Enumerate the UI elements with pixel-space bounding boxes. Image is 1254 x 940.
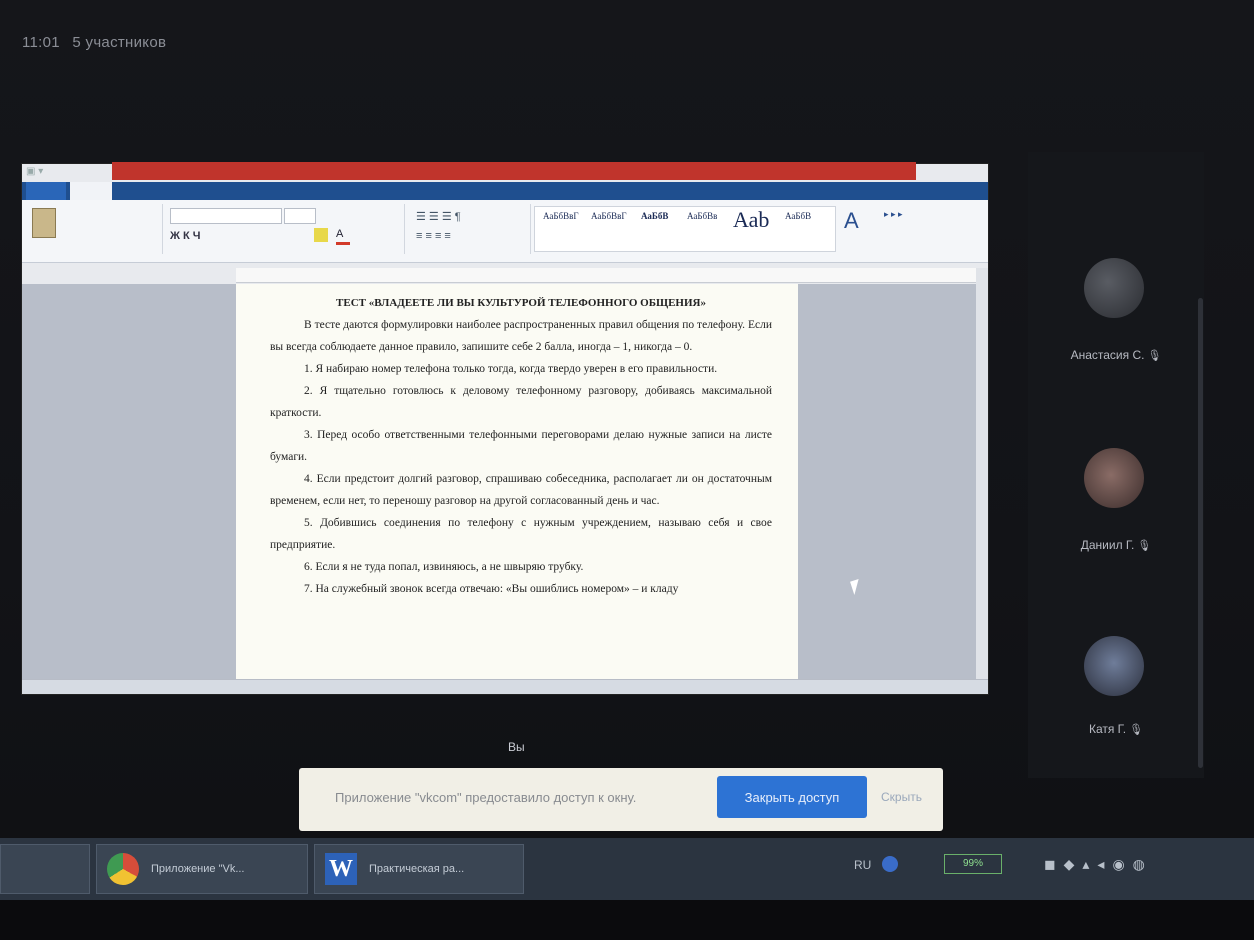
change-styles-icon[interactable]: A	[844, 208, 859, 234]
paragraph-group[interactable]: ☰ ☰ ☰ ¶ ≡ ≡ ≡ ≡	[406, 204, 531, 254]
document-paragraph: 4. Если предстоит долгий разговор, спраш…	[270, 473, 772, 507]
screen: 11:01 5 участников ▣ ▾ Ж К Ч А ☰ ☰ ☰ ¶ ≡…	[0, 0, 1254, 940]
window-title-bar	[112, 162, 916, 180]
taskbar-item-word[interactable]: W Практическая ра...	[314, 844, 524, 894]
participant-tile[interactable]: Даниил Г. 🎙︎	[1028, 442, 1204, 612]
document-paragraph: В тесте даются формулировки наиболее рас…	[270, 319, 772, 353]
participant-name: Катя Г. 🎙︎	[1088, 722, 1144, 736]
participant-name: Анастасия С. 🎙︎	[1070, 348, 1162, 362]
word-icon: W	[325, 853, 357, 885]
participant-name: Даниил Г. 🎙︎	[1080, 538, 1152, 552]
align-icons[interactable]: ≡ ≡ ≡ ≡	[416, 230, 451, 242]
taskbar-item-browser[interactable]: Приложение "Vk...	[96, 844, 308, 894]
taskbar-item-label: Практическая ра...	[369, 863, 465, 875]
document-paragraph: 1. Я набираю номер телефона только тогда…	[304, 363, 718, 375]
hide-banner-link[interactable]: Скрыть	[881, 790, 922, 804]
ribbon-tabs	[22, 182, 988, 200]
style-heading1[interactable]: АаБбВ	[641, 211, 668, 221]
font-name-field[interactable]	[170, 208, 282, 224]
avatar	[1084, 636, 1144, 696]
avatar	[1084, 258, 1144, 318]
tab-file[interactable]	[26, 182, 66, 200]
document-scrollbar[interactable]	[976, 268, 988, 680]
document-paragraph: 6. Если я не туда попал, извиняюсь, а не…	[304, 561, 584, 573]
document-heading: ТЕСТ «ВЛАДЕЕТЕ ЛИ ВЫ КУЛЬТУРОЙ ТЕЛЕФОННО…	[336, 297, 706, 309]
mic-muted-icon: 🎙︎	[1137, 540, 1152, 552]
style-no-spacing[interactable]: АаБбВвГ	[591, 211, 627, 221]
participants-scrollbar[interactable]	[1198, 298, 1203, 768]
participant-tile[interactable]: Анастасия С. 🎙︎	[1028, 252, 1204, 422]
chrome-icon	[107, 853, 139, 885]
help-icon[interactable]	[882, 856, 898, 872]
document-paragraph: 2. Я тщательно готовлюсь к деловому теле…	[270, 385, 772, 419]
word-status-bar	[22, 679, 988, 694]
screen-share-banner: Приложение "vkcom" предоставило доступ к…	[299, 768, 943, 831]
ribbon: Ж К Ч А ☰ ☰ ☰ ¶ ≡ ≡ ≡ ≡ АаБбВвГ АаБбВвГ …	[22, 200, 988, 263]
self-label: Вы	[508, 740, 525, 754]
taskbar: Приложение "Vk... W Практическая ра... R…	[0, 838, 1254, 900]
font-color-icon[interactable]: А	[336, 228, 350, 245]
ruler	[236, 268, 986, 283]
avatar	[1084, 448, 1144, 508]
language-indicator[interactable]: RU	[854, 858, 871, 872]
mic-muted-icon: 🎙︎	[1147, 350, 1162, 362]
participant-count: 5 участников	[72, 34, 167, 51]
taskbar-item[interactable]	[0, 844, 90, 894]
bold-italic-underline[interactable]: Ж К Ч	[170, 230, 201, 242]
taskbar-item-label: Приложение "Vk...	[151, 863, 245, 875]
style-subtitle[interactable]: АаБбВ	[785, 211, 811, 221]
list-icons[interactable]: ☰ ☰ ☰ ¶	[416, 210, 461, 223]
mouse-cursor-icon	[850, 578, 863, 596]
document-page[interactable]: ТЕСТ «ВЛАДЕЕТЕ ЛИ ВЫ КУЛЬТУРОЙ ТЕЛЕФОННО…	[236, 284, 798, 680]
tab-home[interactable]	[70, 182, 112, 200]
clipboard-group[interactable]	[22, 204, 163, 254]
style-heading2[interactable]: АаБбВв	[687, 211, 717, 221]
find-replace-icons[interactable]: ▸ ▸ ▸	[884, 208, 974, 220]
font-size-field[interactable]	[284, 208, 316, 224]
share-message: Приложение "vkcom" предоставило доступ к…	[335, 790, 637, 805]
call-header: 11:01 5 участников	[22, 34, 174, 51]
font-group[interactable]: Ж К Ч А	[164, 204, 405, 254]
document-paragraph: 3. Перед особо ответственными телефонным…	[270, 429, 772, 463]
quick-access-toolbar[interactable]: ▣ ▾	[26, 166, 66, 180]
editing-group[interactable]: ▸ ▸ ▸	[884, 208, 974, 248]
screen-bezel	[0, 900, 1254, 940]
participants-panel: Анастасия С. 🎙︎ Даниил Г. 🎙︎ Катя Г. 🎙︎	[1028, 152, 1204, 778]
tray-icons[interactable]: ◼◆▴◂◉◍	[1044, 856, 1153, 873]
document-workspace: ТЕСТ «ВЛАДЕЕТЕ ЛИ ВЫ КУЛЬТУРОЙ ТЕЛЕФОННО…	[22, 284, 988, 680]
shared-window: ▣ ▾ Ж К Ч А ☰ ☰ ☰ ¶ ≡ ≡ ≡ ≡ АаБбВвГ АаБб…	[22, 162, 988, 694]
call-time: 11:01	[22, 34, 60, 51]
stop-sharing-button[interactable]: Закрыть доступ	[717, 776, 867, 818]
participant-tile[interactable]: Катя Г. 🎙︎	[1028, 632, 1204, 802]
document-paragraph: 5. Добившись соединения по телефону с ну…	[270, 517, 772, 551]
style-title[interactable]: Ааb	[733, 207, 769, 233]
system-tray: RU 99% ◼◆▴◂◉◍	[854, 844, 1254, 892]
mic-muted-icon: 🎙︎	[1129, 724, 1144, 736]
styles-gallery[interactable]: АаБбВвГ АаБбВвГ АаБбВ АаБбВв Ааb АаБбВ	[534, 206, 836, 252]
document-paragraph: 7. На служебный звонок всегда отвечаю: «…	[304, 583, 679, 595]
highlight-icon[interactable]	[314, 228, 328, 242]
style-normal[interactable]: АаБбВвГ	[543, 211, 579, 221]
battery-indicator[interactable]: 99%	[944, 854, 1002, 874]
paste-icon[interactable]	[32, 208, 56, 238]
